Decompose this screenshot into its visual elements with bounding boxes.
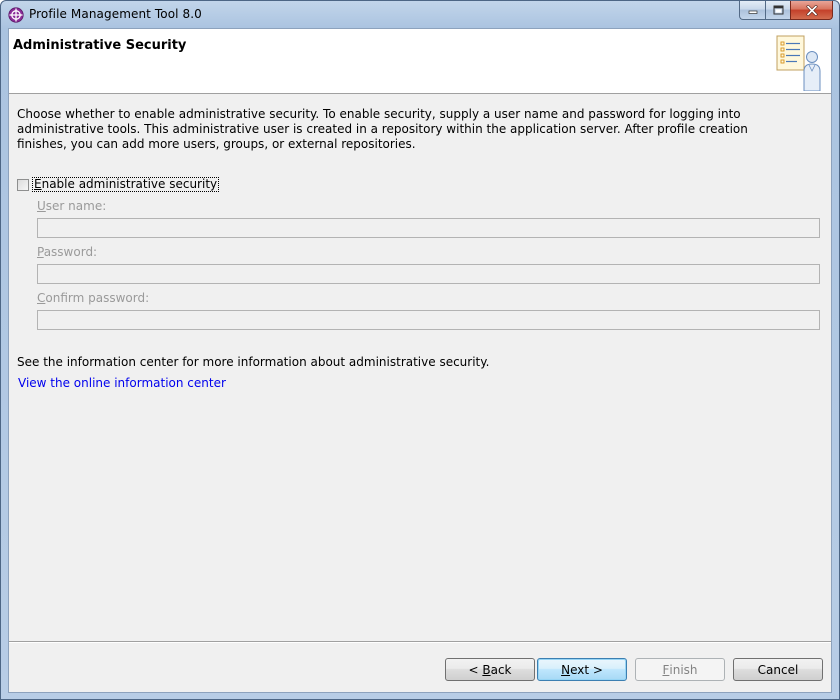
enable-security-label[interactable]: Enable administrative security: [32, 177, 220, 192]
confirm-password-label: Confirm password:: [37, 291, 150, 305]
description-text: Choose whether to enable administrative …: [17, 107, 748, 151]
app-icon: [8, 7, 24, 23]
wizard-content: Choose whether to enable administrative …: [17, 107, 823, 390]
wizard-person-checklist-icon: [776, 35, 821, 91]
close-icon: [806, 4, 817, 16]
info-center-text: See the information center for more info…: [17, 355, 490, 369]
confirm-password-input[interactable]: [37, 310, 820, 330]
button-separator: [9, 641, 831, 643]
caption-buttons: [739, 1, 833, 21]
page-title: Administrative Security: [13, 38, 187, 53]
minimize-icon: [748, 10, 757, 14]
back-button[interactable]: < Back: [445, 658, 535, 681]
cancel-button[interactable]: Cancel: [733, 658, 823, 681]
enable-security-checkbox[interactable]: [17, 178, 29, 191]
username-label: User name:: [37, 199, 107, 213]
wizard-header: Administrative Security: [9, 29, 831, 94]
profile-management-window: Profile Management Tool 8.0 Administrati…: [0, 0, 840, 700]
username-input[interactable]: [37, 218, 820, 238]
password-label: Password:: [37, 245, 98, 259]
next-button[interactable]: Next >: [537, 658, 627, 681]
title-bar[interactable]: Profile Management Tool 8.0: [1, 1, 839, 27]
enable-security-option[interactable]: Enable administrative security: [17, 177, 220, 192]
maximize-icon: [773, 5, 783, 15]
minimize-button[interactable]: [739, 1, 765, 20]
finish-button[interactable]: Finish: [635, 658, 725, 681]
maximize-button[interactable]: [765, 1, 790, 20]
online-info-center-link[interactable]: View the online information center: [18, 376, 226, 390]
wizard-client-area: Administrative Security Choose whether t…: [8, 28, 832, 693]
close-button[interactable]: [790, 1, 833, 20]
password-input[interactable]: [37, 264, 820, 284]
window-title: Profile Management Tool 8.0: [29, 7, 202, 21]
